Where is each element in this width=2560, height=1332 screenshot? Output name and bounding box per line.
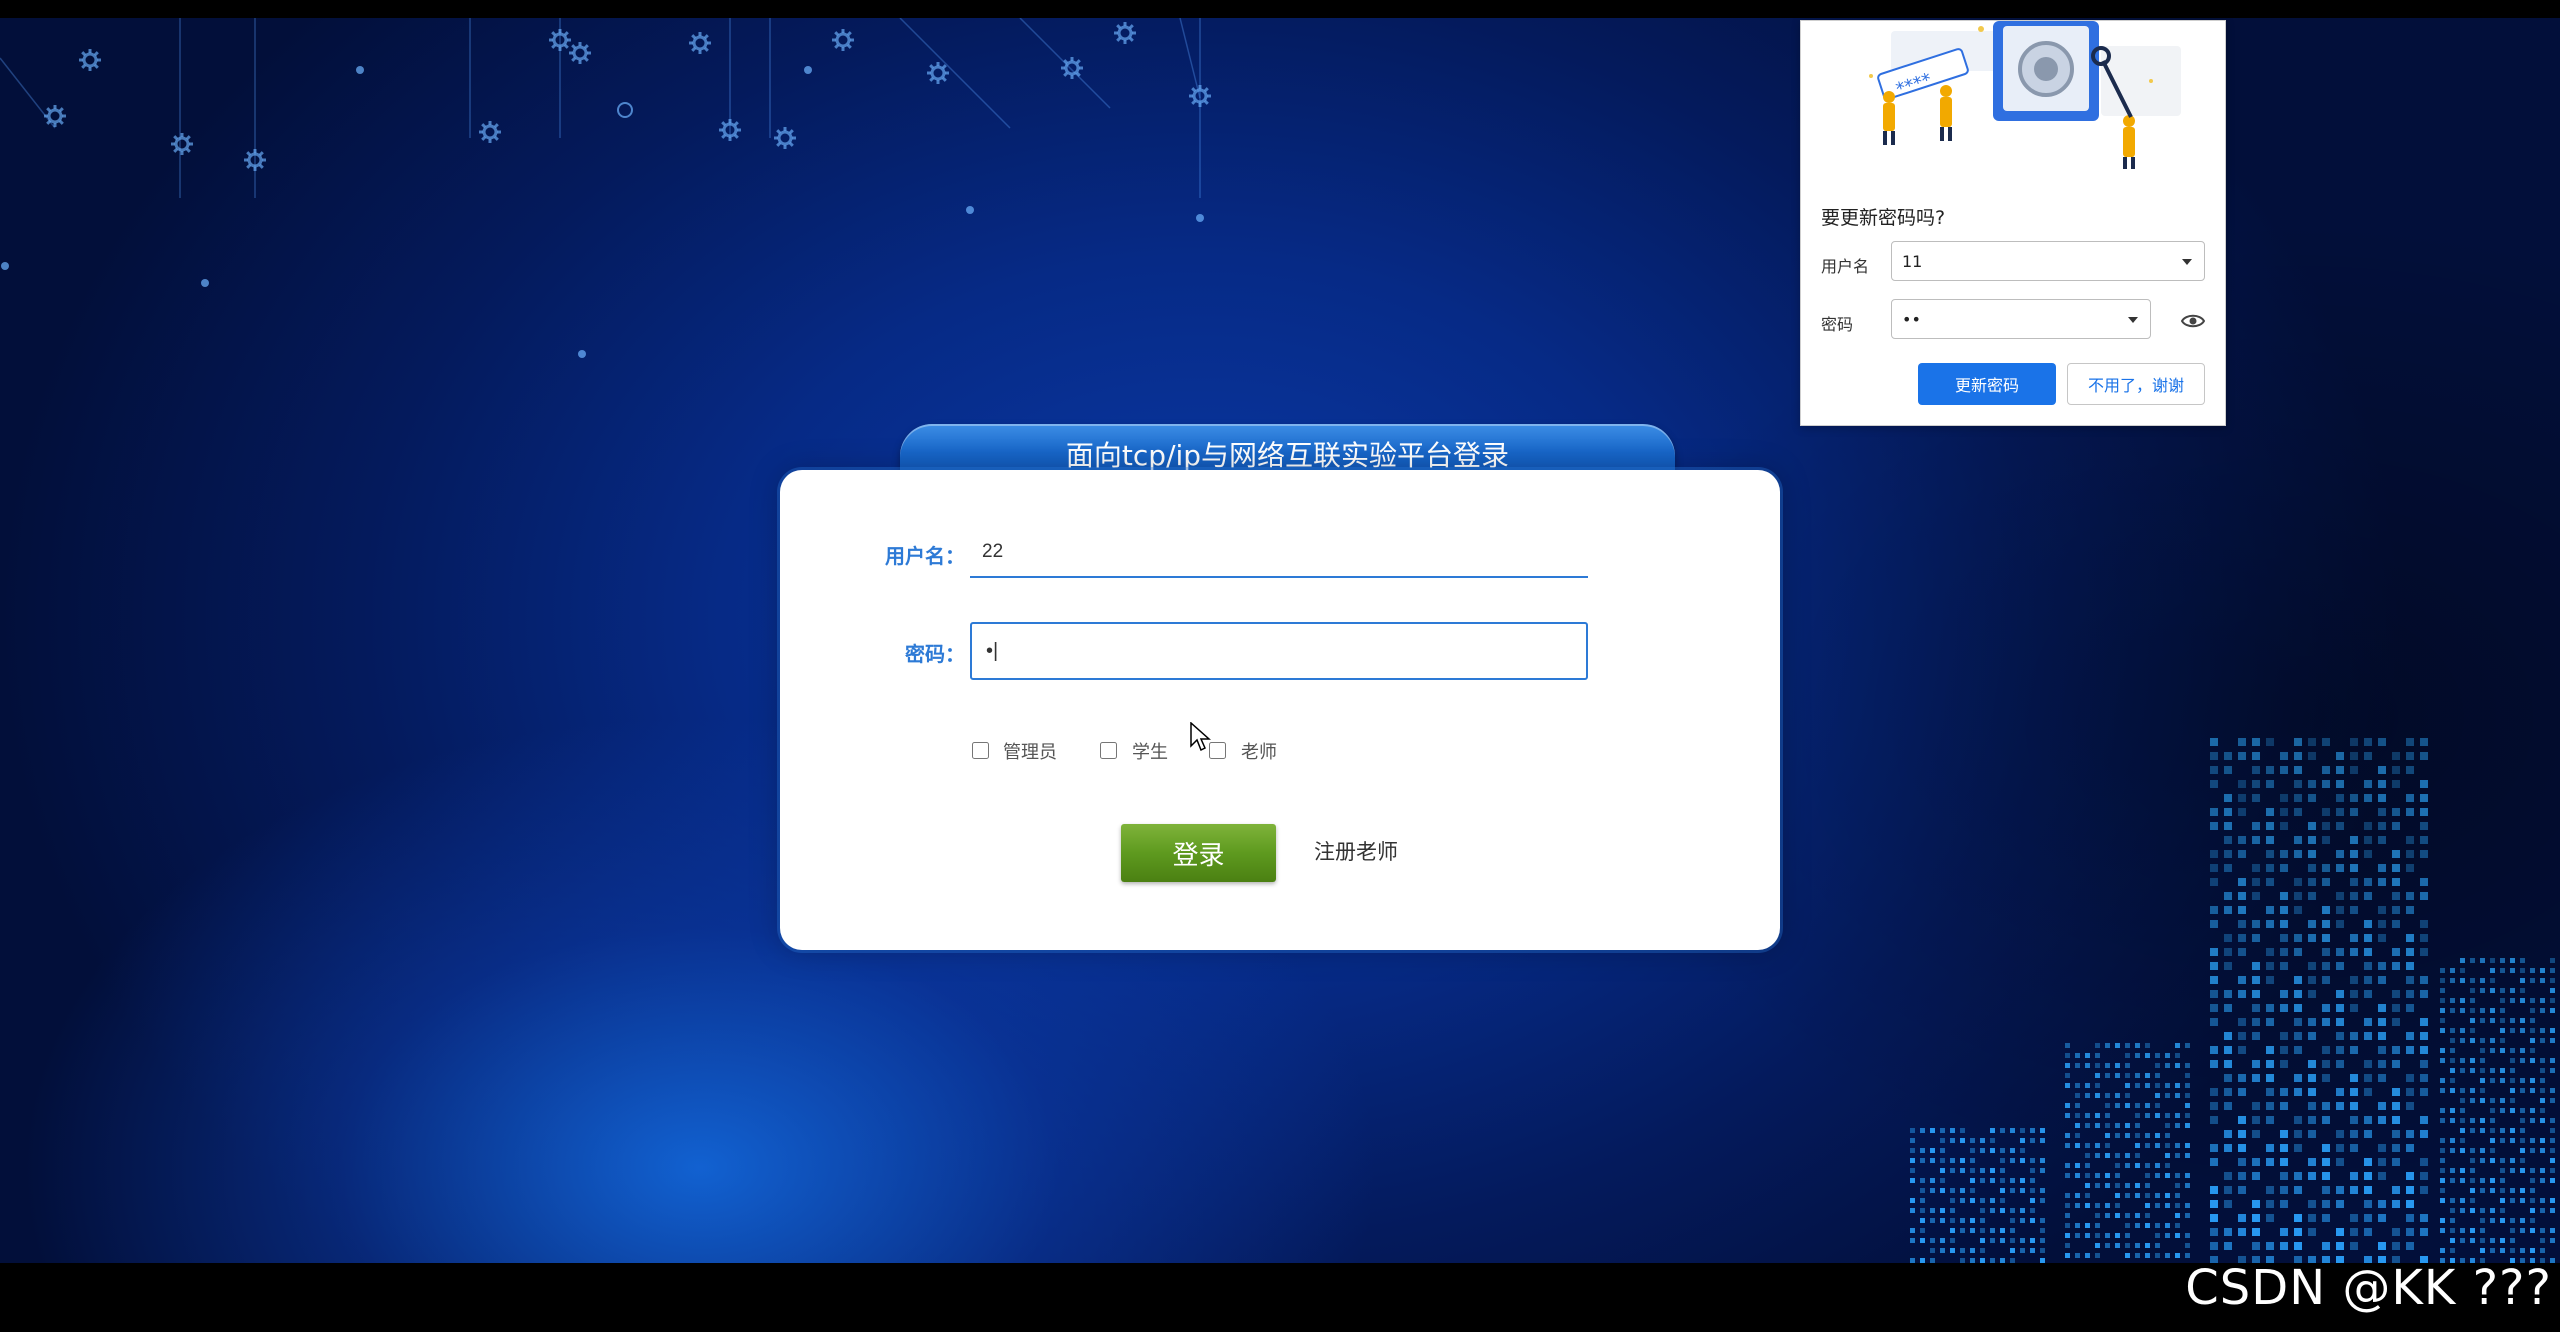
eye-icon[interactable] xyxy=(2181,313,2205,329)
bottom-bar xyxy=(0,1263,2560,1332)
popup-password-value: •• xyxy=(1902,310,1921,329)
popup-username-value: 11 xyxy=(1902,252,1923,271)
popup-username-select[interactable]: 11 xyxy=(1891,241,2205,281)
role-teacher-label: 老师 xyxy=(1241,742,1277,763)
dropdown-caret-icon xyxy=(2182,259,2192,265)
login-button[interactable]: 登录 xyxy=(1121,824,1276,882)
username-label: 用户名： xyxy=(885,544,965,568)
update-password-button[interactable]: 更新密码 xyxy=(1918,363,2056,405)
register-teacher-link[interactable]: 注册老师 xyxy=(1314,836,1398,866)
no-thanks-button[interactable]: 不用了，谢谢 xyxy=(2067,363,2205,405)
role-student-checkbox[interactable] xyxy=(1100,742,1117,759)
update-password-popup: **** 要更新密码吗? 用户名 11 密码 •• 更新密码 不用了，谢谢 xyxy=(1800,20,2226,426)
role-admin-checkbox[interactable] xyxy=(972,742,989,759)
username-input[interactable] xyxy=(970,528,1588,578)
popup-username-label: 用户名 xyxy=(1821,257,1870,276)
dropdown-caret-icon xyxy=(2128,317,2138,323)
role-student-label: 学生 xyxy=(1132,742,1168,763)
password-label: 密码： xyxy=(905,642,965,666)
popup-title: 要更新密码吗? xyxy=(1821,207,1946,229)
csdn-watermark: CSDN @KK ??? xyxy=(2185,1260,2552,1316)
cursor-icon xyxy=(1190,722,1211,752)
popup-password-select[interactable]: •• xyxy=(1891,299,2151,339)
role-admin-label: 管理员 xyxy=(1003,742,1057,763)
password-safe-illustration: **** xyxy=(1869,21,2181,169)
popup-password-label: 密码 xyxy=(1821,315,1854,334)
password-input[interactable] xyxy=(970,622,1588,680)
